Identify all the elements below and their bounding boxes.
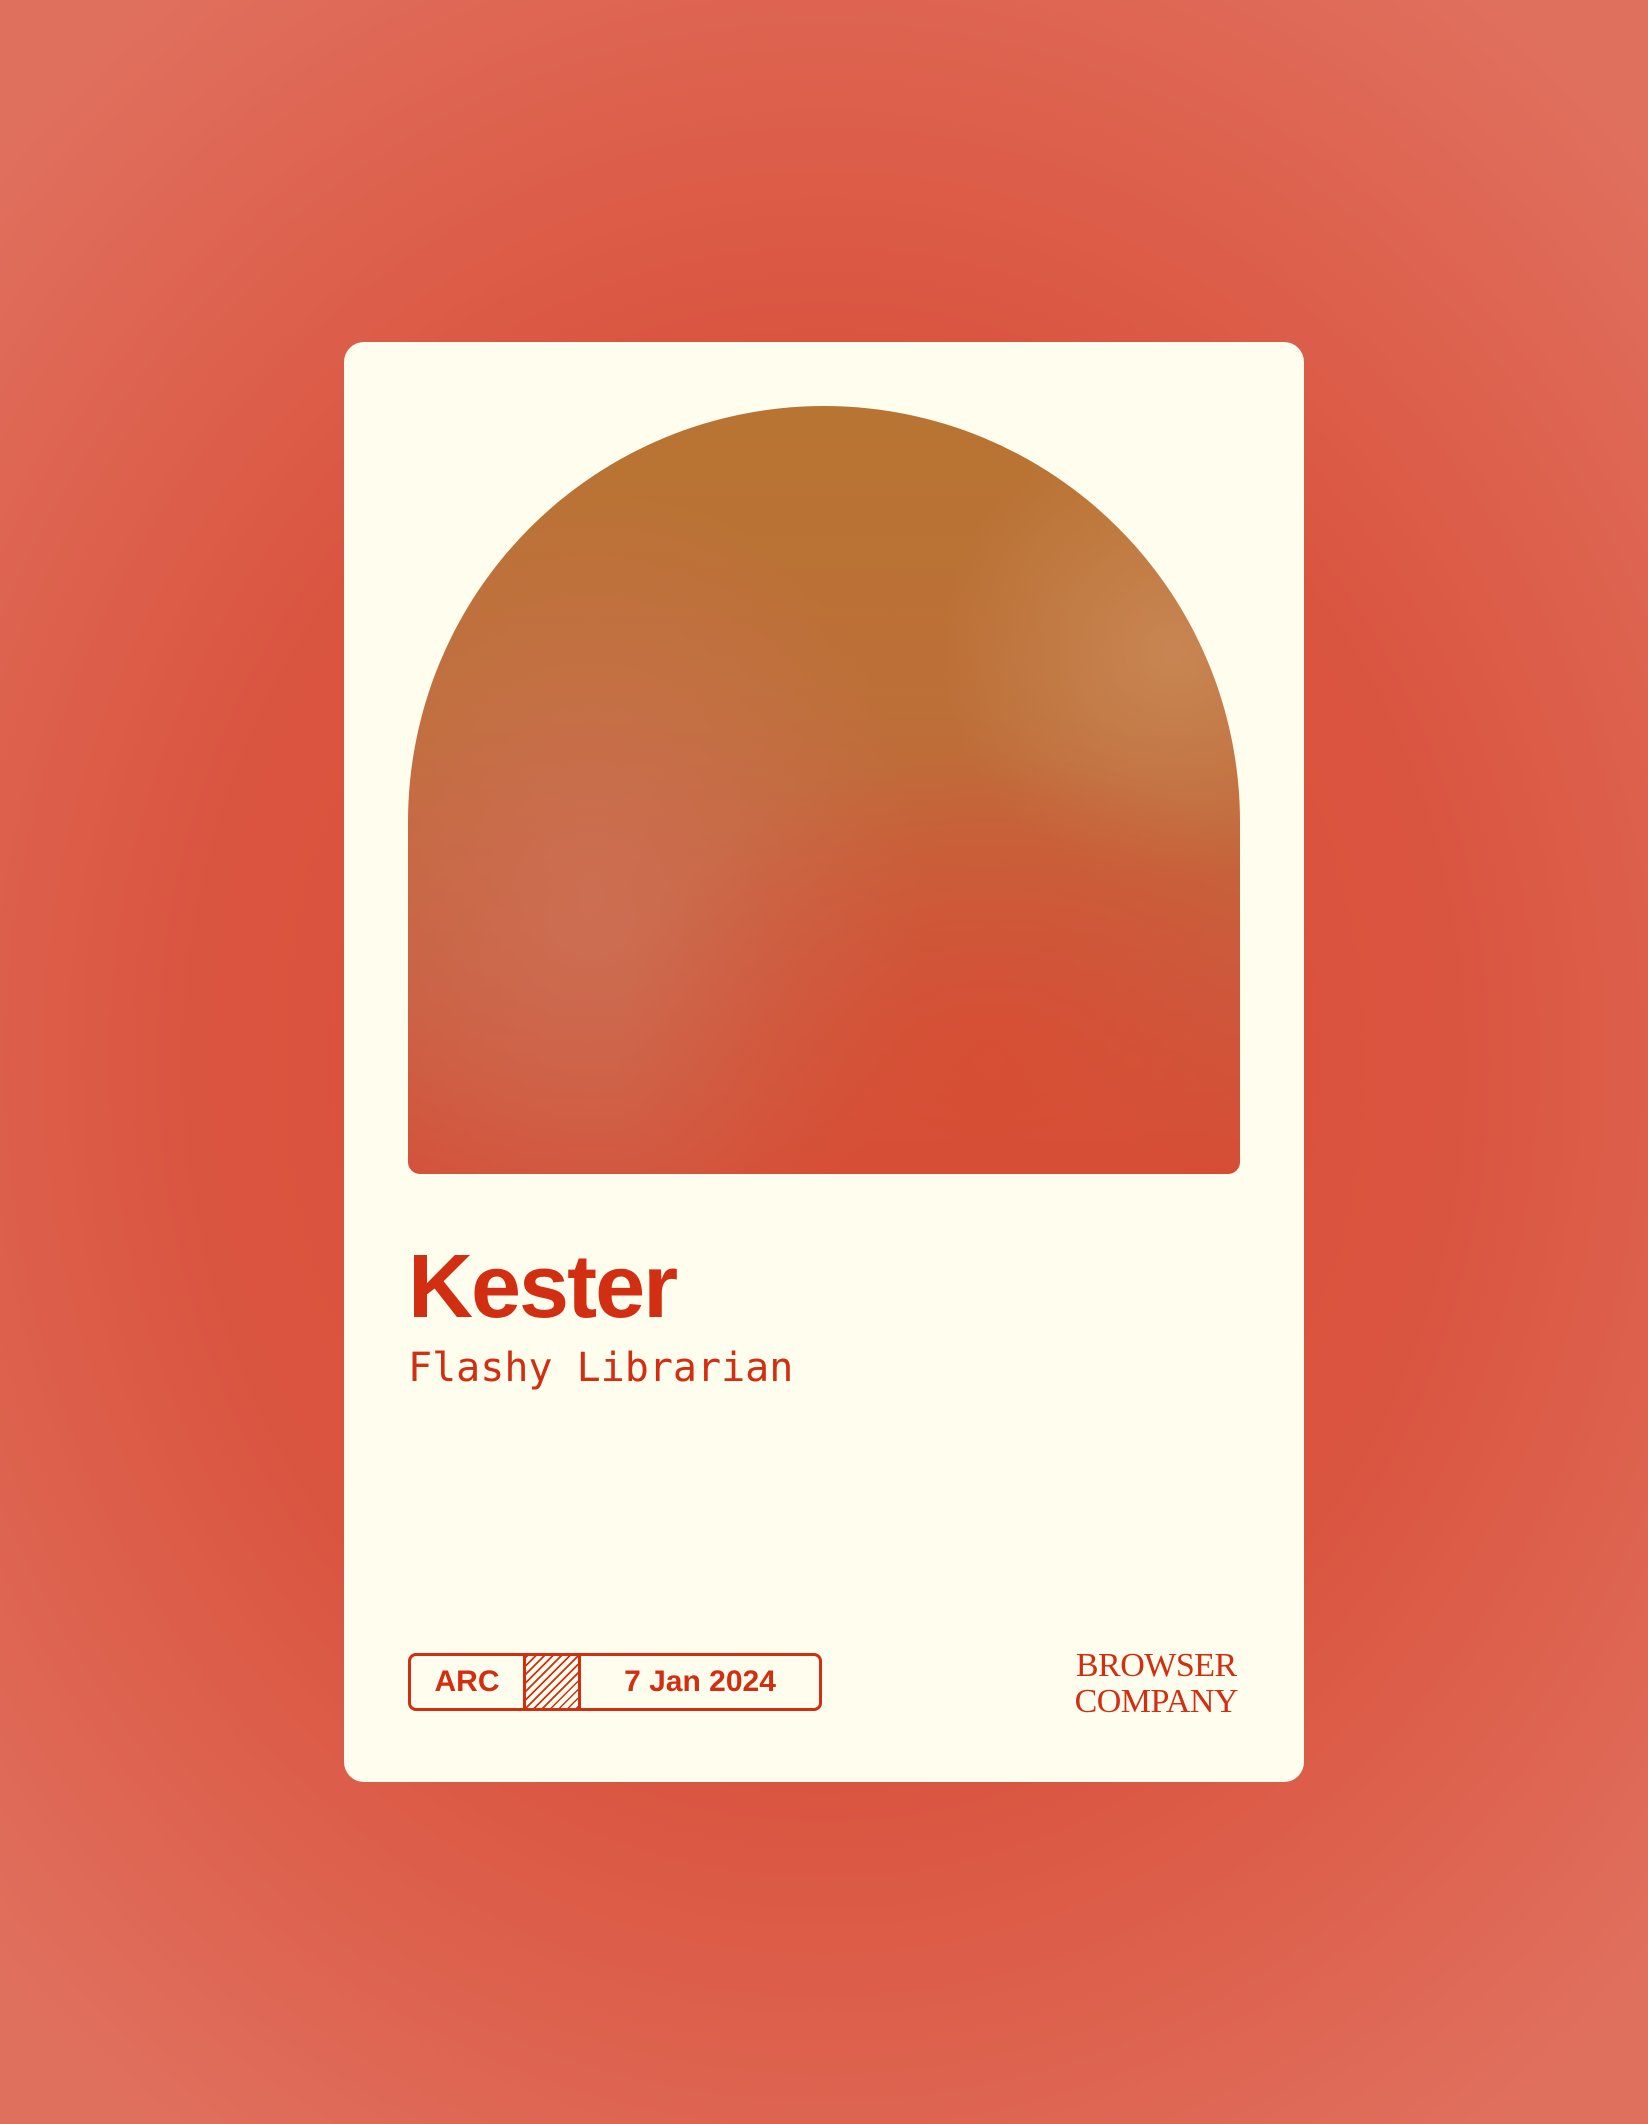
arc-date-badge: ARC 7 Jan 2024 (408, 1653, 822, 1711)
browser-company-logo: BROWSER COMPANY (1074, 1647, 1239, 1720)
badge-code: ARC (434, 1665, 500, 1698)
profile-role: Flashy Librarian (408, 1345, 794, 1391)
profile-name: Kester (408, 1237, 678, 1337)
badge-hatch-pattern (523, 1656, 581, 1708)
gradient-arch-artwork (408, 406, 1240, 1174)
logo-line-2: COMPANY (1074, 1683, 1239, 1720)
badge-date: 7 Jan 2024 (624, 1665, 776, 1698)
profile-card: Kester Flashy Librarian ARC 7 Jan 2024 B… (344, 342, 1304, 1782)
logo-line-1: BROWSER (1075, 1647, 1237, 1684)
